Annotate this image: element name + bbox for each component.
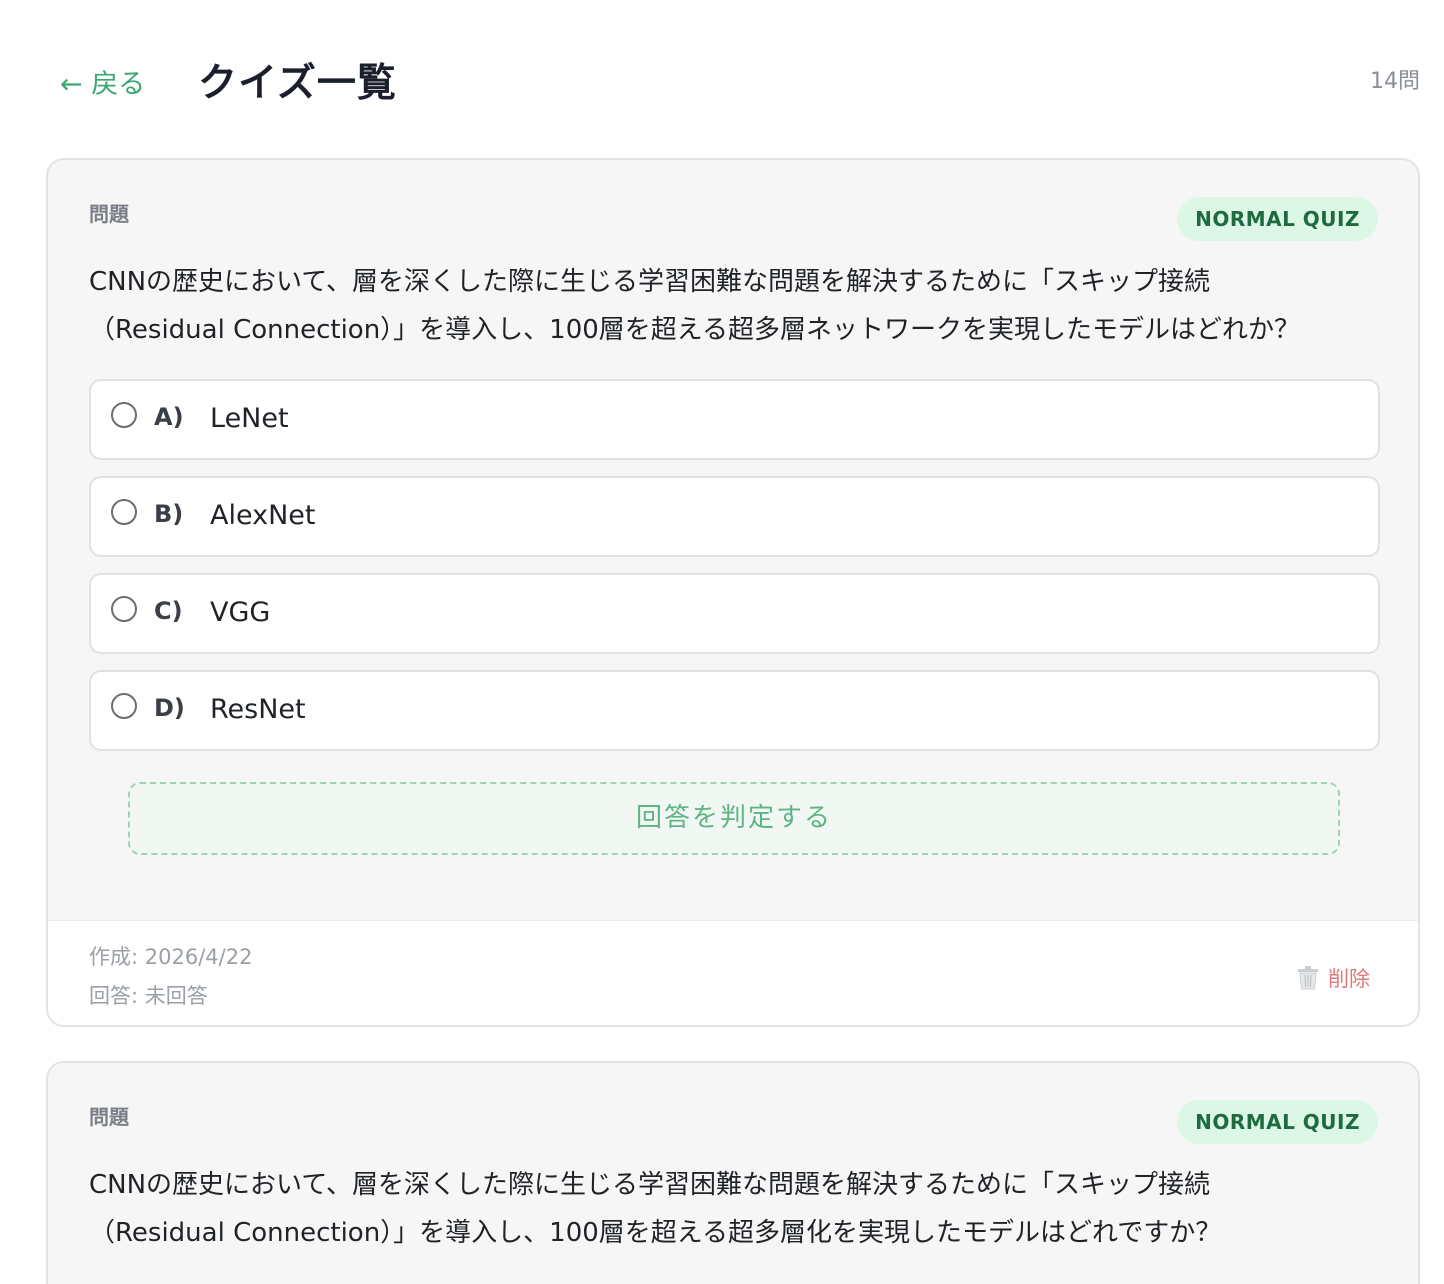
question-line: CNNの歴史において、層を深くした際に生じる学習困難な問題を解決するために「スキ…: [89, 1170, 1210, 1200]
answer-status: 回答: 未回答: [89, 984, 208, 1008]
radio-button[interactable]: [111, 499, 137, 525]
quiz-list-page: ← 戻る クイズ一覧 14問 問題 NORMAL QUIZ CNNの歴史において…: [0, 0, 1444, 1284]
quiz-card: 問題 NORMAL QUIZ CNNの歴史において、層を深くした際に生じる学習困…: [46, 158, 1420, 1027]
option-letter: C): [154, 597, 183, 625]
quiz-card: 問題 NORMAL QUIZ CNNの歴史において、層を深くした際に生じる学習困…: [46, 1061, 1420, 1284]
quiz-count: 14問: [1370, 69, 1420, 94]
option-text: AlexNet: [210, 500, 316, 531]
option-letter: B): [154, 500, 184, 528]
header: ← 戻る クイズ一覧 14問: [0, 0, 1444, 150]
page-title: クイズ一覧: [198, 61, 397, 106]
option-letter: A): [154, 403, 184, 431]
created-date: 作成: 2026/4/22: [89, 945, 253, 969]
option-text: ResNet: [210, 694, 306, 725]
quiz-type-badge: NORMAL QUIZ: [1177, 197, 1378, 241]
option-d[interactable]: D) ResNet: [89, 670, 1380, 751]
card-footer: 作成: 2026/4/22 回答: 未回答 削除: [48, 920, 1418, 1025]
delete-button[interactable]: 削除: [1297, 963, 1370, 993]
option-a[interactable]: A) LeNet: [89, 379, 1380, 460]
option-text: LeNet: [210, 403, 289, 434]
back-link[interactable]: ← 戻る: [60, 62, 145, 101]
radio-button[interactable]: [111, 596, 137, 622]
question-label: 問題: [89, 1105, 129, 1129]
question-line: （Residual Connection）」を導入し、100層を超える超多層化を…: [89, 1218, 1222, 1248]
option-b[interactable]: B) AlexNet: [89, 476, 1380, 557]
option-c[interactable]: C) VGG: [89, 573, 1380, 654]
quiz-type-badge: NORMAL QUIZ: [1177, 1100, 1378, 1144]
question-line: （Residual Connection）」を導入し、100層を超える超多層ネッ…: [89, 315, 1301, 345]
option-letter: D): [154, 694, 185, 722]
radio-button[interactable]: [111, 693, 137, 719]
question-line: CNNの歴史において、層を深くした際に生じる学習困難な問題を解決するために「スキ…: [89, 267, 1210, 297]
option-text: VGG: [210, 597, 271, 628]
delete-label: 削除: [1328, 967, 1370, 991]
trash-icon: [1298, 966, 1318, 990]
question-text: CNNの歴史において、層を深くした際に生じる学習困難な問題を解決するために「スキ…: [89, 1161, 1389, 1257]
question-text: CNNの歴史において、層を深くした際に生じる学習困難な問題を解決するために「スキ…: [89, 258, 1389, 354]
question-label: 問題: [89, 202, 129, 226]
judge-answer-button[interactable]: 回答を判定する: [128, 782, 1340, 855]
radio-button[interactable]: [111, 402, 137, 428]
